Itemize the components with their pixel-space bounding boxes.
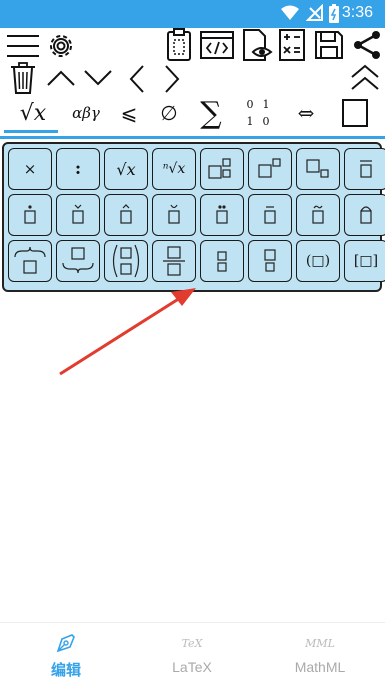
wifi-icon (280, 4, 300, 26)
nth-root-key[interactable]: ⁿ√x (152, 148, 196, 190)
matrix-cell: 0 (246, 98, 254, 111)
stack-key[interactable] (200, 240, 244, 282)
collapse-double-chevron-icon[interactable] (350, 64, 380, 92)
settings-gear-icon[interactable] (45, 30, 77, 62)
subsup-key[interactable] (200, 148, 244, 190)
bar-accent-key[interactable] (344, 148, 385, 190)
underbrace-key[interactable] (56, 240, 100, 282)
battery-icon (328, 4, 340, 28)
mml-icon: MML (305, 637, 335, 650)
chevron-right-icon[interactable] (163, 64, 181, 94)
status-bar: 3:36 (0, 0, 385, 28)
nav-mathml[interactable]: MML MathML (256, 623, 384, 687)
signal-icon (305, 3, 324, 26)
pen-nib-icon (2, 631, 130, 658)
tab-greek[interactable]: αβγ (64, 96, 108, 130)
hat-accent-key[interactable] (104, 194, 148, 236)
nav-edit-label: 编辑 (50, 662, 81, 679)
tilde-accent-key[interactable] (296, 194, 340, 236)
nav-mathml-label: MathML (294, 659, 346, 675)
times-key[interactable]: × (8, 148, 52, 190)
breve-accent-key[interactable] (152, 194, 196, 236)
active-tab-indicator (4, 130, 58, 133)
chevron-down-icon[interactable] (83, 68, 113, 88)
bottom-nav: 编辑 TeX LaTeX MML MathML (0, 622, 385, 687)
parentheses-key[interactable]: (□) (296, 240, 340, 282)
overbrace-key[interactable] (8, 240, 52, 282)
matrix-cell: 1 (246, 115, 254, 128)
save-floppy-icon[interactable] (314, 30, 344, 60)
sqrt-key[interactable]: √x (104, 148, 148, 190)
brackets-key[interactable]: [□] (344, 240, 385, 282)
tab-arrows[interactable]: ⇔ (290, 96, 322, 130)
tab-sets[interactable]: ∅ (154, 96, 184, 130)
tab-matrix[interactable]: 0 1 1 0 (240, 96, 276, 130)
trash-icon[interactable] (10, 62, 36, 94)
tab-big-operators[interactable]: ∑ (193, 96, 229, 131)
overline-accent-key[interactable] (248, 194, 292, 236)
toolbar-separator (0, 136, 385, 139)
box-icon (342, 99, 368, 127)
binomial-key[interactable] (104, 240, 148, 282)
symbol-palette: × : √x ⁿ√x (□) [□] (2, 142, 385, 292)
tab-box[interactable] (340, 96, 370, 130)
matrix-cell: 1 (262, 98, 270, 111)
symbol-category-tabs: √x αβγ ⩽ ∅ ∑ 0 1 1 0 ⇔ (0, 96, 385, 134)
chevron-up-icon[interactable] (46, 68, 76, 88)
stack-large-top-key[interactable] (248, 240, 292, 282)
subscript-key[interactable] (296, 148, 340, 190)
fraction-key[interactable] (152, 240, 196, 282)
preview-eye-icon[interactable] (241, 28, 273, 62)
tab-roots[interactable]: √x (8, 96, 58, 130)
clipboard-icon[interactable] (164, 28, 194, 62)
calculator-icon[interactable] (278, 28, 306, 62)
dot-accent-key[interactable] (8, 194, 52, 236)
share-icon[interactable] (352, 30, 382, 60)
arc-accent-key[interactable] (344, 194, 385, 236)
superscript-key[interactable] (248, 148, 292, 190)
nav-latex[interactable]: TeX LaTeX (128, 623, 256, 687)
ddot-accent-key[interactable] (200, 194, 244, 236)
nav-edit[interactable]: 编辑 (2, 623, 130, 687)
chevron-left-icon[interactable] (128, 64, 146, 94)
matrix-cell: 0 (262, 115, 270, 128)
menu-icon[interactable] (6, 32, 40, 60)
colon-key[interactable]: : (56, 148, 100, 190)
clock: 3:36 (341, 4, 373, 21)
code-icon[interactable] (200, 30, 234, 60)
check-accent-key[interactable] (56, 194, 100, 236)
tex-icon: TeX (181, 637, 203, 650)
tab-relations[interactable]: ⩽ (114, 96, 144, 130)
nav-latex-label: LaTeX (172, 659, 212, 675)
